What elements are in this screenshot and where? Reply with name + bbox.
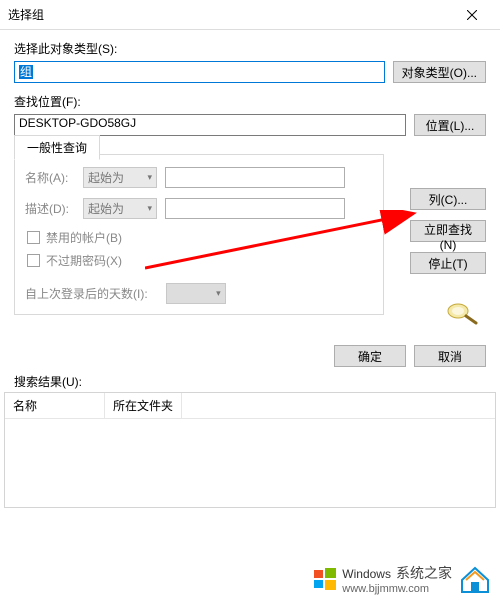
chevron-down-icon: ▾ <box>147 203 152 214</box>
name-label: 名称(A): <box>25 169 75 186</box>
find-now-button[interactable]: 立即查找(N) <box>410 220 486 242</box>
column-folder[interactable]: 所在文件夹 <box>105 393 182 418</box>
object-type-label: 选择此对象类型(S): <box>14 40 486 57</box>
disabled-accounts-checkbox[interactable] <box>27 231 40 244</box>
close-button[interactable] <box>452 1 492 29</box>
location-label: 查找位置(F): <box>14 93 486 110</box>
description-input[interactable] <box>165 198 345 219</box>
description-mode-combo[interactable]: 起始为▾ <box>83 198 157 219</box>
description-label: 描述(D): <box>25 200 75 217</box>
windows-logo-icon <box>314 568 336 590</box>
days-since-logon-label: 自上次登录后的天数(I): <box>25 285 148 302</box>
object-types-button[interactable]: 对象类型(O)... <box>393 61 486 83</box>
non-expiring-password-checkbox[interactable] <box>27 254 40 267</box>
cancel-button[interactable]: 取消 <box>414 345 486 367</box>
days-since-logon-combo[interactable]: ▾ <box>166 283 226 304</box>
house-logo-icon <box>458 564 492 594</box>
watermark: Windows 系统之家 www.bjjmmw.com <box>314 562 492 595</box>
location-input[interactable]: DESKTOP-GDO58GJ <box>14 114 406 136</box>
object-type-input[interactable]: 组 <box>14 61 385 83</box>
name-input[interactable] <box>165 167 345 188</box>
stop-button[interactable]: 停止(T) <box>410 252 486 274</box>
columns-button[interactable]: 列(C)... <box>410 188 486 210</box>
search-results-label: 搜索结果(U): <box>0 373 500 392</box>
locations-button[interactable]: 位置(L)... <box>414 114 486 136</box>
close-icon <box>467 10 477 20</box>
non-expiring-password-label: 不过期密码(X) <box>46 252 122 269</box>
search-icon <box>444 300 478 326</box>
ok-button[interactable]: 确定 <box>334 345 406 367</box>
window-title: 选择组 <box>8 6 452 23</box>
tab-general-query[interactable]: 一般性查询 <box>14 135 100 160</box>
column-name[interactable]: 名称 <box>5 393 105 418</box>
name-mode-combo[interactable]: 起始为▾ <box>83 167 157 188</box>
results-grid[interactable]: 名称 所在文件夹 <box>4 392 496 508</box>
chevron-down-icon: ▾ <box>216 288 221 299</box>
disabled-accounts-label: 禁用的帐户(B) <box>46 229 122 246</box>
chevron-down-icon: ▾ <box>147 172 152 183</box>
